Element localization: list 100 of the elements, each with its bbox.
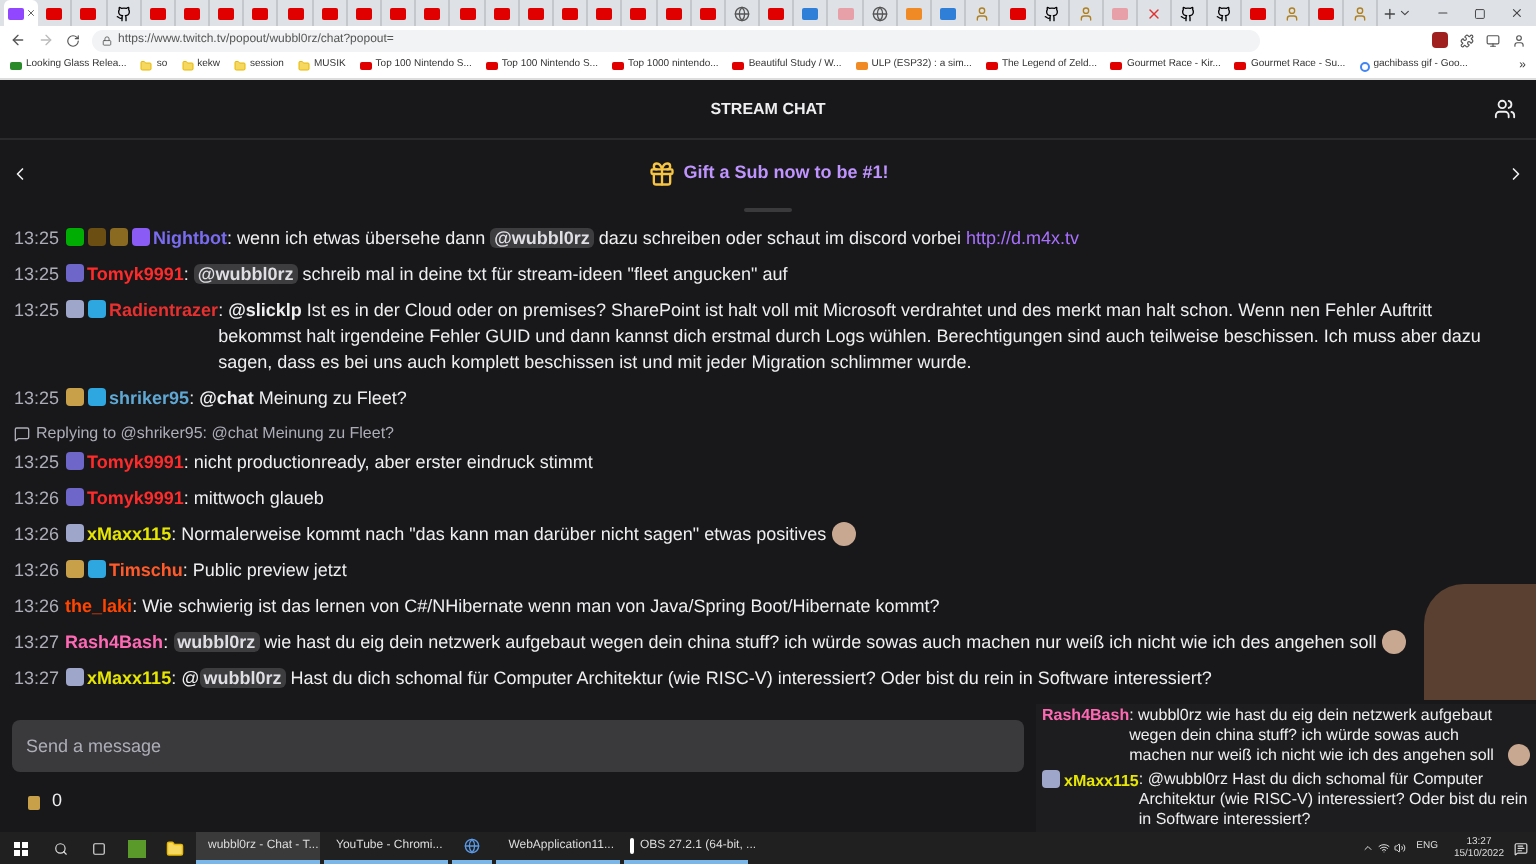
username[interactable]: Tomyk9991 [87,263,184,283]
username[interactable]: Tomyk9991 [87,451,184,471]
close-window-icon[interactable] [1509,6,1524,20]
tab-favicon-icon[interactable] [1249,7,1266,19]
username[interactable]: Rash4Bash [65,631,164,651]
username: xMaxx115 [1064,772,1139,790]
username[interactable]: Tomyk9991 [87,487,184,507]
message-time: 13:26 [14,559,60,579]
bookmark-favicon-icon [855,62,868,70]
reload-icon[interactable] [66,33,80,47]
github-icon[interactable] [1215,5,1232,21]
message-input[interactable]: Send a message [12,720,1024,772]
username[interactable]: the_laki [65,595,133,615]
chrome-icon [464,838,480,854]
tab-favicon-icon[interactable] [1009,7,1026,19]
media-icon[interactable] [1486,33,1500,47]
bookmark-favicon-icon [732,62,745,70]
folder-icon [140,60,153,72]
person-icon[interactable] [1284,5,1301,21]
username[interactable]: shriker95 [109,387,190,407]
tab-favicon-icon[interactable] [1318,7,1335,19]
emote-placeholder [1381,630,1406,655]
new-tab-icon[interactable] [1382,5,1399,21]
message-text: dazu schreiben oder schaut im discord vorbei [596,227,963,247]
puzzle-icon[interactable] [1460,33,1474,47]
github-icon[interactable] [115,5,132,21]
message-time: 13:25 [14,387,60,407]
globe-icon[interactable] [871,5,888,21]
gift-icon [647,160,676,188]
emote-placeholder [831,522,856,547]
message-text: : Public preview jetzt [182,559,347,579]
message-text: : [183,263,191,283]
reply-icon [14,425,30,441]
message-text: : Wie schwierig ist das lernen von C#/NHibernate wenn man von Java/Spring Boot/Hibernate kommt? [132,595,940,615]
message-time: 13:25 [14,451,60,471]
message-text: : @ [171,667,200,687]
username[interactable]: Timschu [109,559,183,579]
profile-icon[interactable] [1512,33,1526,47]
extension-icon[interactable] [1432,32,1448,48]
x-icon[interactable] [1146,5,1163,21]
chat-title: STREAM CHAT [710,97,826,121]
tab-favicon-icon[interactable] [940,7,957,19]
gift-banner[interactable]: Gift a Sub now to be #1! [647,160,889,188]
message-time: 13:26 [14,487,60,507]
users-icon[interactable] [1494,98,1516,120]
mention-chip[interactable]: wubbl0rz [199,667,286,687]
points-count: 0 [52,788,63,815]
person-icon[interactable] [1077,5,1094,21]
username[interactable]: xMaxx115 [87,523,172,543]
message-time: 13:25 [14,227,60,247]
message-text: : wenn ich etwas übersehe dann [227,227,488,247]
message-text: : wubbl0rz wie hast du eig dein netzwerk aufgebaut wegen dein china stuff? ich würde sowas auch machen nur weiß ich nicht wie ich des angehen soll [1129,706,1496,766]
bookmark-favicon-icon [485,62,498,70]
network-icon[interactable] [1378,842,1391,854]
folder-icon[interactable] [166,839,184,857]
chat-link[interactable]: http://d.m4x.tv [966,227,1080,247]
tab-favicon-icon[interactable] [149,7,166,19]
message-text: : @slicklp Ist es in der Cloud oder on premises? SharePoint ist halt voll mit Microsoft verdrahtet und des merkt man halt schon. Wenn nen Fehler Auftritt bekommst halt irgendeine Fehler GUID und dann kannst dich erstmal durch Logs wühlen. Berechtigungen sind auch teilweise beschissen. Ich muss aber dazu sagen, dass es bei uns auch komplett beschissen ist und mit jeder Migration schlimmer wurde. [218,299,1481,371]
volume-icon[interactable] [1394,842,1407,854]
message-time: 13:27 [14,631,60,651]
globe-icon[interactable] [734,5,751,21]
minimize-icon[interactable] [1436,6,1451,20]
mention-chip[interactable]: wubbl0rz [173,631,260,651]
username[interactable]: Nightbot [153,227,228,247]
folder-icon [181,60,194,72]
message-time: 13:25 [14,299,60,319]
bookmark-favicon-icon [359,62,372,70]
github-icon[interactable] [1180,5,1197,21]
message-text: : mittwoch glaueb [183,487,324,507]
mention-chip[interactable]: @wubbl0rz [193,263,298,283]
username[interactable]: xMaxx115 [87,667,172,687]
reply-context: Replying to @shriker95: @chat Meinung zu Fleet? [36,422,394,444]
message-text: : nicht productionready, aber erster eindruck stimmt [183,451,593,471]
tab-favicon-icon[interactable] [7,7,24,19]
folder-icon [297,60,310,72]
channel-points-icon[interactable] [28,795,40,809]
message-time: 13:25 [14,263,60,283]
back-icon[interactable] [10,32,26,48]
task-view-icon[interactable] [92,841,106,855]
notifications-icon[interactable] [1514,841,1528,855]
lambda-app-icon[interactable] [128,839,146,857]
badge-icon [65,667,84,685]
bookmark-favicon-icon [10,62,22,70]
search-icon[interactable] [54,841,68,855]
username[interactable]: Radientrazer [109,299,219,319]
person-icon[interactable] [974,5,991,21]
github-icon[interactable] [1043,5,1060,21]
message-text: : Normalerweise kommt nach "das kann man darüber nicht sagen" etwas positives [171,523,829,543]
mention-chip[interactable]: @wubbl0rz [490,227,594,247]
tray-chevron-icon[interactable] [1362,842,1375,854]
message-time: 13:26 [14,523,60,543]
message-time: 13:26 [14,595,60,615]
username: Rash4Bash [1042,706,1130,724]
restore-icon[interactable] [1474,7,1486,19]
tab-search-icon[interactable] [1398,6,1413,20]
message-text: : @wubbl0rz Hast du dich schomal für Computer Architektur (wie RISC-V) interessiert? Oder bist du rein in Software interessiert? [1138,770,1530,830]
person-icon[interactable] [1352,5,1369,21]
bookmark-favicon-icon [985,62,998,70]
badge-icon [1042,770,1060,788]
lock-icon [102,35,112,45]
